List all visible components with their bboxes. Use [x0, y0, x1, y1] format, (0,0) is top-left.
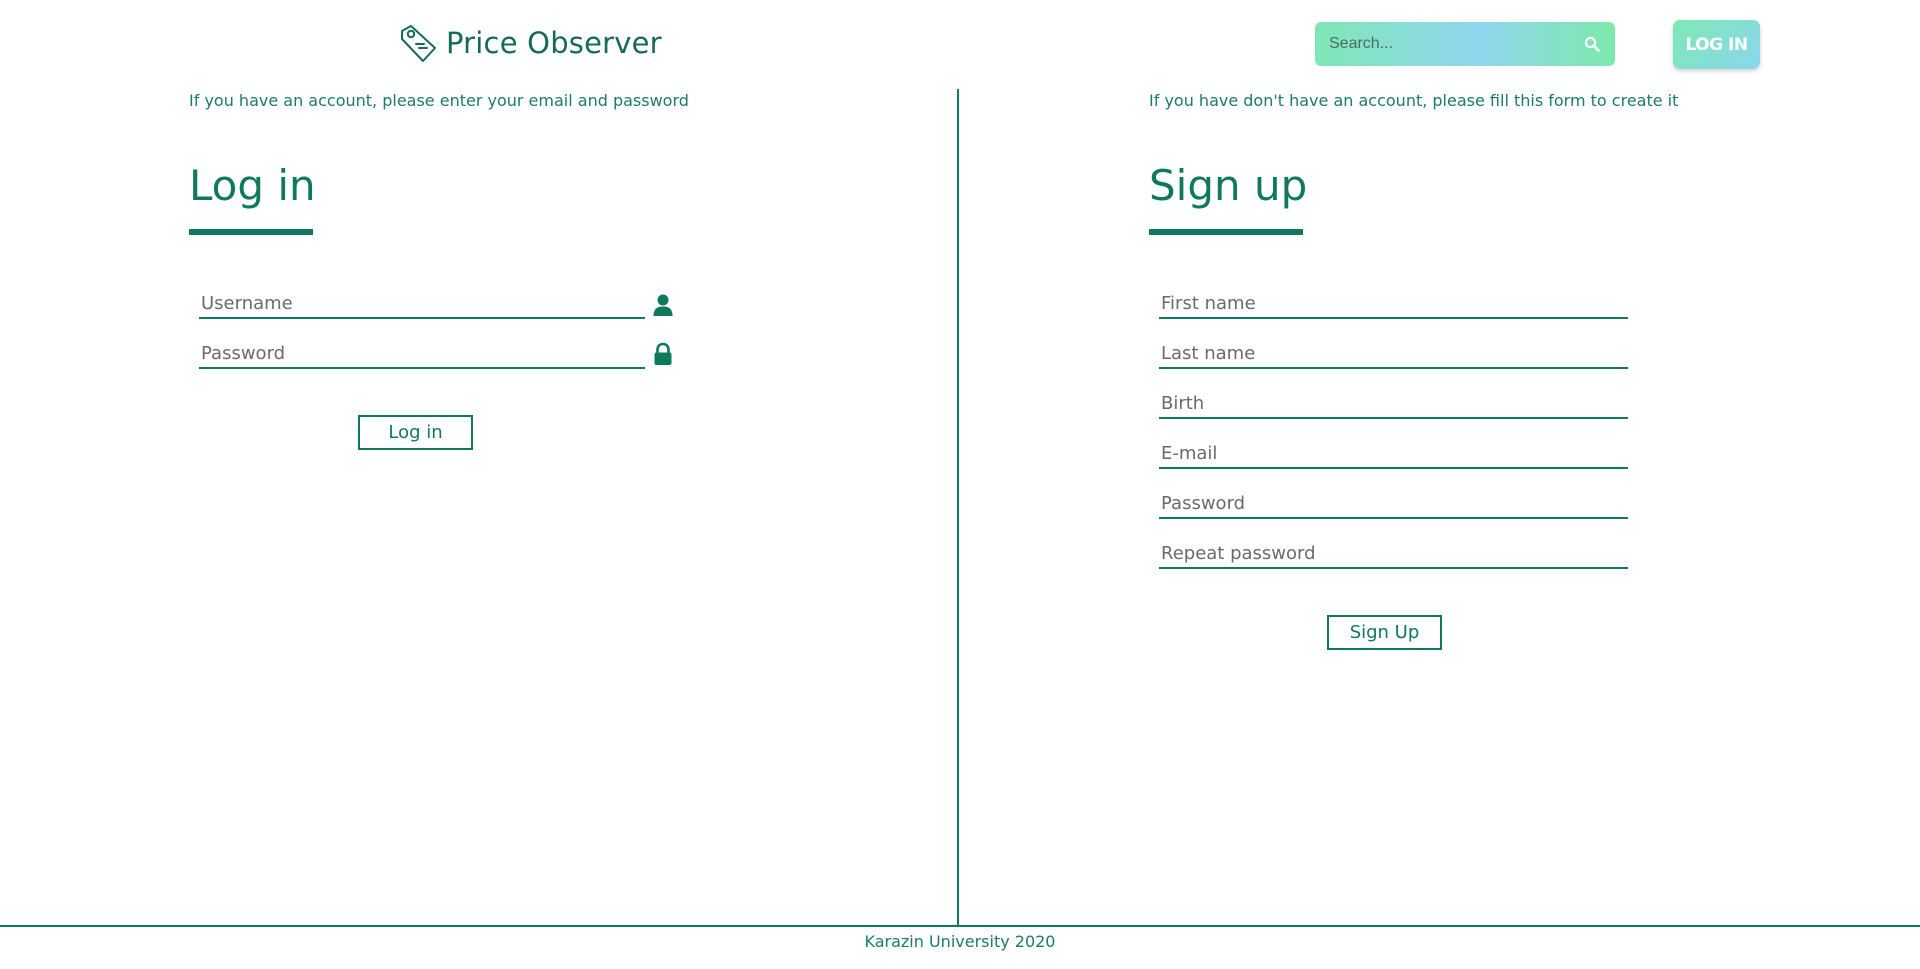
signup-title-underline — [1149, 229, 1303, 235]
first-name-input[interactable] — [1159, 289, 1628, 317]
signup-password-input[interactable] — [1159, 489, 1628, 517]
login-password-input[interactable] — [199, 339, 645, 367]
last-name-input[interactable] — [1159, 339, 1628, 367]
username-input[interactable] — [199, 289, 645, 317]
username-field — [199, 289, 645, 319]
birth-input[interactable] — [1159, 389, 1628, 417]
search-input[interactable] — [1327, 22, 1581, 66]
header: Price Observer LOG IN — [0, 0, 1920, 88]
login-password-field — [199, 339, 645, 369]
lock-icon — [654, 342, 672, 365]
brand-logo[interactable]: Price Observer — [398, 22, 662, 64]
repeat-password-input[interactable] — [1159, 539, 1628, 567]
repeat-password-field — [1159, 539, 1628, 569]
signup-password-field — [1159, 489, 1628, 519]
email-field — [1159, 439, 1628, 469]
login-hint: If you have an account, please enter you… — [189, 91, 689, 110]
email-input[interactable] — [1159, 439, 1628, 467]
search-bar — [1315, 22, 1615, 66]
footer-text: Karazin University 2020 — [864, 932, 1056, 951]
signup-submit-button[interactable]: Sign Up — [1327, 615, 1442, 650]
footer-divider — [0, 925, 1920, 927]
login-title: Log in — [189, 161, 316, 210]
search-icon[interactable] — [1581, 33, 1603, 55]
user-icon — [653, 294, 673, 316]
signup-hint: If you have don't have an account, pleas… — [1149, 91, 1679, 110]
last-name-field — [1159, 339, 1628, 369]
login-title-underline — [189, 229, 313, 235]
login-submit-button[interactable]: Log in — [358, 415, 473, 450]
brand-name: Price Observer — [446, 26, 662, 60]
first-name-field — [1159, 289, 1628, 319]
signup-title: Sign up — [1149, 161, 1308, 210]
header-login-button[interactable]: LOG IN — [1673, 20, 1760, 69]
price-tag-icon — [401, 25, 436, 62]
vertical-divider — [957, 89, 959, 925]
birth-field — [1159, 389, 1628, 419]
